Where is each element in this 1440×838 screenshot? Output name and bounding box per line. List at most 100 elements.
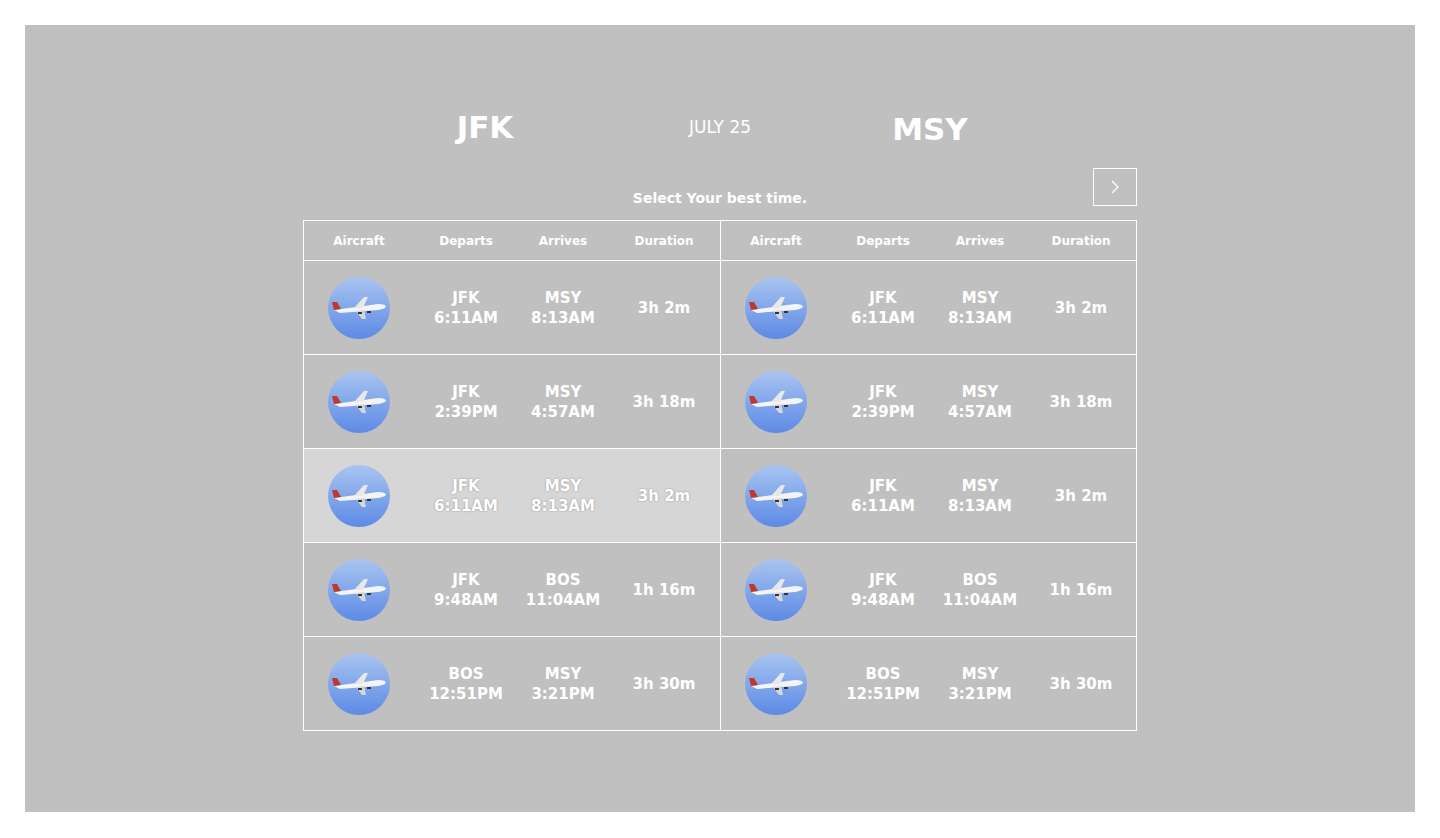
arrival-time: 8:13AM <box>948 308 1012 328</box>
arrival-airport: MSY <box>962 664 999 684</box>
duration: 3h 2m <box>1055 486 1107 506</box>
departs-cell: JFK9:48AM <box>831 543 935 636</box>
origin: JFK <box>303 109 667 145</box>
duration: 3h 18m <box>1050 392 1113 412</box>
aircraft-photo <box>328 371 390 433</box>
departs-cell: JFK6:11AM <box>414 449 518 542</box>
flight-row[interactable]: BOS12:51PMMSY3:21PM3h 30m <box>304 637 720 730</box>
arrives-cell: BOS11:04AM <box>935 543 1025 636</box>
airplane-icon <box>328 371 390 433</box>
duration-cell: 3h 2m <box>1025 449 1137 542</box>
aircraft-cell <box>721 449 831 542</box>
arrives-cell: MSY4:57AM <box>518 355 608 448</box>
arrival-airport: MSY <box>545 664 582 684</box>
page: JFKJULY 25MSYSelect Your best time.Aircr… <box>0 0 1440 838</box>
departure-airport: JFK <box>869 382 896 402</box>
arrives-cell: MSY3:21PM <box>518 637 608 730</box>
next-button[interactable] <box>1093 168 1137 206</box>
departure-airport: BOS <box>449 664 484 684</box>
airplane-icon <box>745 465 807 527</box>
departure-time: 2:39PM <box>434 402 497 422</box>
flight-list: AircraftDepartsArrivesDurationJFK6:11AMM… <box>720 221 1137 730</box>
aircraft-photo <box>328 653 390 715</box>
duration: 3h 2m <box>1055 298 1107 318</box>
departure-airport: JFK <box>452 570 479 590</box>
arrives-cell: MSY8:13AM <box>935 449 1025 542</box>
route-header: JFKJULY 25MSY <box>303 107 1137 143</box>
aircraft-photo <box>745 653 807 715</box>
arrival-time: 8:13AM <box>531 308 595 328</box>
arrives-cell: BOS11:04AM <box>518 543 608 636</box>
arrival-time: 3:21PM <box>531 684 594 704</box>
aircraft-cell <box>304 355 414 448</box>
duration-cell: 3h 18m <box>608 355 720 448</box>
aircraft-cell <box>721 261 831 354</box>
arrives-cell: MSY8:13AM <box>935 261 1025 354</box>
column-header: Departs <box>414 234 518 248</box>
arrival-airport: MSY <box>962 476 999 496</box>
arrival-time: 8:13AM <box>531 496 595 516</box>
flight-row[interactable]: JFK2:39PMMSY4:57AM3h 18m <box>721 355 1137 449</box>
arrives-cell: MSY4:57AM <box>935 355 1025 448</box>
departs-cell: JFK2:39PM <box>414 355 518 448</box>
departs-cell: BOS12:51PM <box>831 637 935 730</box>
airplane-icon <box>328 277 390 339</box>
prompt-bar: Select Your best time. <box>303 168 1137 206</box>
arrival-time: 11:04AM <box>526 590 600 610</box>
destination: MSY <box>773 111 1087 147</box>
arrives-cell: MSY8:13AM <box>518 261 608 354</box>
departure-time: 9:48AM <box>851 590 915 610</box>
column-header: Arrives <box>935 234 1025 248</box>
date: JULY 25 <box>667 117 773 137</box>
flight-row[interactable]: BOS12:51PM MSY3:21PM 3h 30m <box>721 637 1137 730</box>
airplane-icon <box>328 465 390 527</box>
departure-time: 12:51PM <box>429 684 503 704</box>
departure-airport: JFK <box>869 288 896 308</box>
table-header: AircraftDepartsArrivesDuration <box>304 221 720 261</box>
duration: 1h 16m <box>1050 580 1113 600</box>
duration-cell: 1h 16m <box>1025 543 1137 636</box>
duration-cell: 1h 16m <box>608 543 720 636</box>
flight-row[interactable]: JFK6:11AMMSY8:13AM3h 2m <box>304 261 720 355</box>
arrival-airport: BOS <box>546 570 581 590</box>
flight-row[interactable]: JFK9:48AMBOS11:04AM1h 16m <box>721 543 1137 637</box>
chevron-right-icon <box>1109 179 1121 195</box>
column-header: Departs <box>831 234 935 248</box>
arrival-airport: MSY <box>545 288 582 308</box>
flight-row[interactable]: JFK2:39PMMSY4:57AM3h 18m <box>304 355 720 449</box>
arrives-cell: MSY8:13AM <box>518 449 608 542</box>
column-header: Arrives <box>518 234 608 248</box>
arrival-airport: MSY <box>545 382 582 402</box>
departure-time: 6:11AM <box>851 496 915 516</box>
flight-table: AircraftDepartsArrivesDurationJFK6:11AMM… <box>303 220 1137 731</box>
aircraft-photo <box>745 559 807 621</box>
departure-airport: JFK <box>452 288 479 308</box>
flight-row[interactable]: JFK9:48AMBOS11:04AM1h 16m <box>304 543 720 637</box>
arrival-time: 11:04AM <box>943 590 1017 610</box>
departure-time: 6:11AM <box>434 496 498 516</box>
departs-cell: JFK6:11AM <box>831 261 935 354</box>
departure-airport: BOS <box>866 664 901 684</box>
arrival-time: 3:21PM <box>948 684 1011 704</box>
flight-row[interactable]: JFK6:11AMMSY8:13AM3h 2m <box>721 261 1137 355</box>
arrival-airport: BOS <box>963 570 998 590</box>
aircraft-cell <box>721 355 831 448</box>
aircraft-cell <box>304 449 414 542</box>
flight-row[interactable]: JFK6:11AMMSY8:13AM3h 2m <box>721 449 1137 543</box>
airplane-icon <box>745 559 807 621</box>
flight-row[interactable]: JFK6:11AMMSY8:13AM3h 2m <box>304 449 720 543</box>
duration-cell: 3h 30m <box>608 637 720 730</box>
departure-airport: JFK <box>452 476 479 496</box>
aircraft-photo <box>745 277 807 339</box>
aircraft-cell <box>304 637 414 730</box>
duration-cell: 3h 18m <box>1025 355 1137 448</box>
prompt: Select Your best time. <box>633 190 807 206</box>
arrival-airport: MSY <box>545 476 582 496</box>
departure-time: 6:11AM <box>851 308 915 328</box>
column-header: Duration <box>1025 234 1137 248</box>
duration: 3h 30m <box>1050 674 1113 694</box>
departure-time: 12:51PM <box>846 684 920 704</box>
departs-cell: BOS12:51PM <box>414 637 518 730</box>
duration: 3h 2m <box>638 298 690 318</box>
aircraft-cell <box>304 543 414 636</box>
